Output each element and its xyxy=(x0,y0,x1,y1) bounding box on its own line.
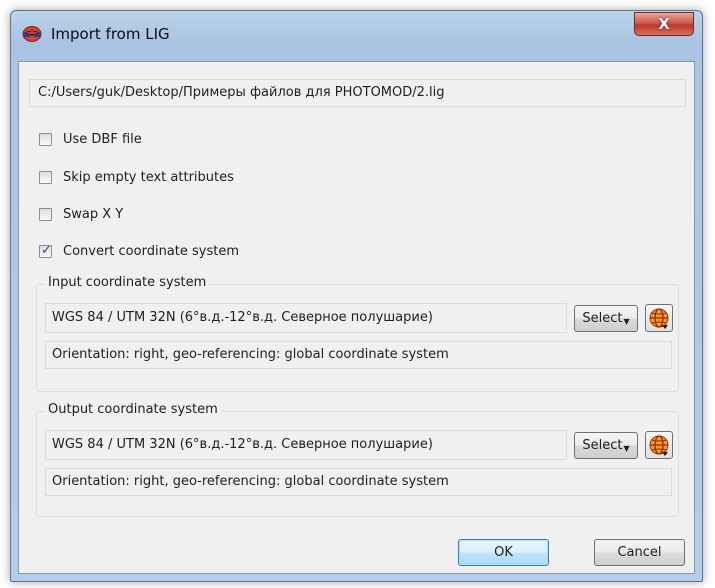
window-title: Import from LIG xyxy=(51,25,170,43)
dropdown-caret-icon: ▼ xyxy=(623,444,630,453)
input-cs-field[interactable]: WGS 84 / UTM 32N (6°в.д.-12°в.д. Северно… xyxy=(45,303,567,333)
output-coordinate-system-group: Output coordinate system WGS 84 / UTM 32… xyxy=(36,402,679,517)
checkbox-box[interactable] xyxy=(39,207,52,221)
dialog-body: C:/Users/guk/Desktop/Примеры файлов для … xyxy=(18,61,695,574)
checkbox-box[interactable] xyxy=(39,170,52,184)
cancel-button[interactable]: Cancel xyxy=(594,539,685,566)
output-cs-info: Orientation: right, geo-referencing: glo… xyxy=(45,468,672,496)
checkbox-label: Convert coordinate system xyxy=(63,243,240,259)
red-glasses-icon xyxy=(21,25,43,43)
input-coordinate-system-group: Input coordinate system WGS 84 / UTM 32N… xyxy=(36,275,679,392)
checkbox-label: Skip empty text attributes xyxy=(63,169,234,185)
checkbox-label: Use DBF file xyxy=(63,131,142,147)
input-cs-info: Orientation: right, geo-referencing: glo… xyxy=(45,341,672,369)
globe-icon xyxy=(646,308,672,335)
checkbox-box[interactable]: ✓ xyxy=(39,243,52,258)
import-dialog: Import from LIG X C:/Users/guk/Desktop/П… xyxy=(10,10,703,582)
input-globe-button[interactable] xyxy=(645,304,673,332)
convert-coordinate-system-checkbox[interactable]: ✓ Convert coordinate system xyxy=(39,240,239,262)
select-label: Select xyxy=(582,438,623,453)
close-button[interactable]: X xyxy=(634,12,694,36)
globe-icon xyxy=(646,435,672,462)
input-select-button[interactable]: Select▼ xyxy=(574,305,638,332)
checkmark-icon: ✓ xyxy=(41,242,52,258)
close-icon: X xyxy=(658,15,670,33)
output-globe-button[interactable] xyxy=(645,431,673,459)
skip-empty-text-attributes-checkbox[interactable]: Skip empty text attributes xyxy=(39,166,234,188)
swap-xy-checkbox[interactable]: Swap X Y xyxy=(39,203,123,225)
use-dbf-checkbox[interactable]: Use DBF file xyxy=(39,128,142,150)
checkbox-label: Swap X Y xyxy=(63,206,124,222)
output-select-button[interactable]: Select▼ xyxy=(574,432,638,459)
dropdown-caret-icon: ▼ xyxy=(623,317,630,326)
group-title: Output coordinate system xyxy=(45,402,221,417)
checkbox-box[interactable] xyxy=(39,132,52,146)
group-title: Input coordinate system xyxy=(45,275,210,290)
output-cs-field[interactable]: WGS 84 / UTM 32N (6°в.д.-12°в.д. Северно… xyxy=(45,430,567,460)
select-label: Select xyxy=(582,311,623,326)
ok-button[interactable]: OK xyxy=(458,539,549,566)
title-bar[interactable]: Import from LIG X xyxy=(11,11,702,61)
file-path-field[interactable]: C:/Users/guk/Desktop/Примеры файлов для … xyxy=(29,79,686,107)
